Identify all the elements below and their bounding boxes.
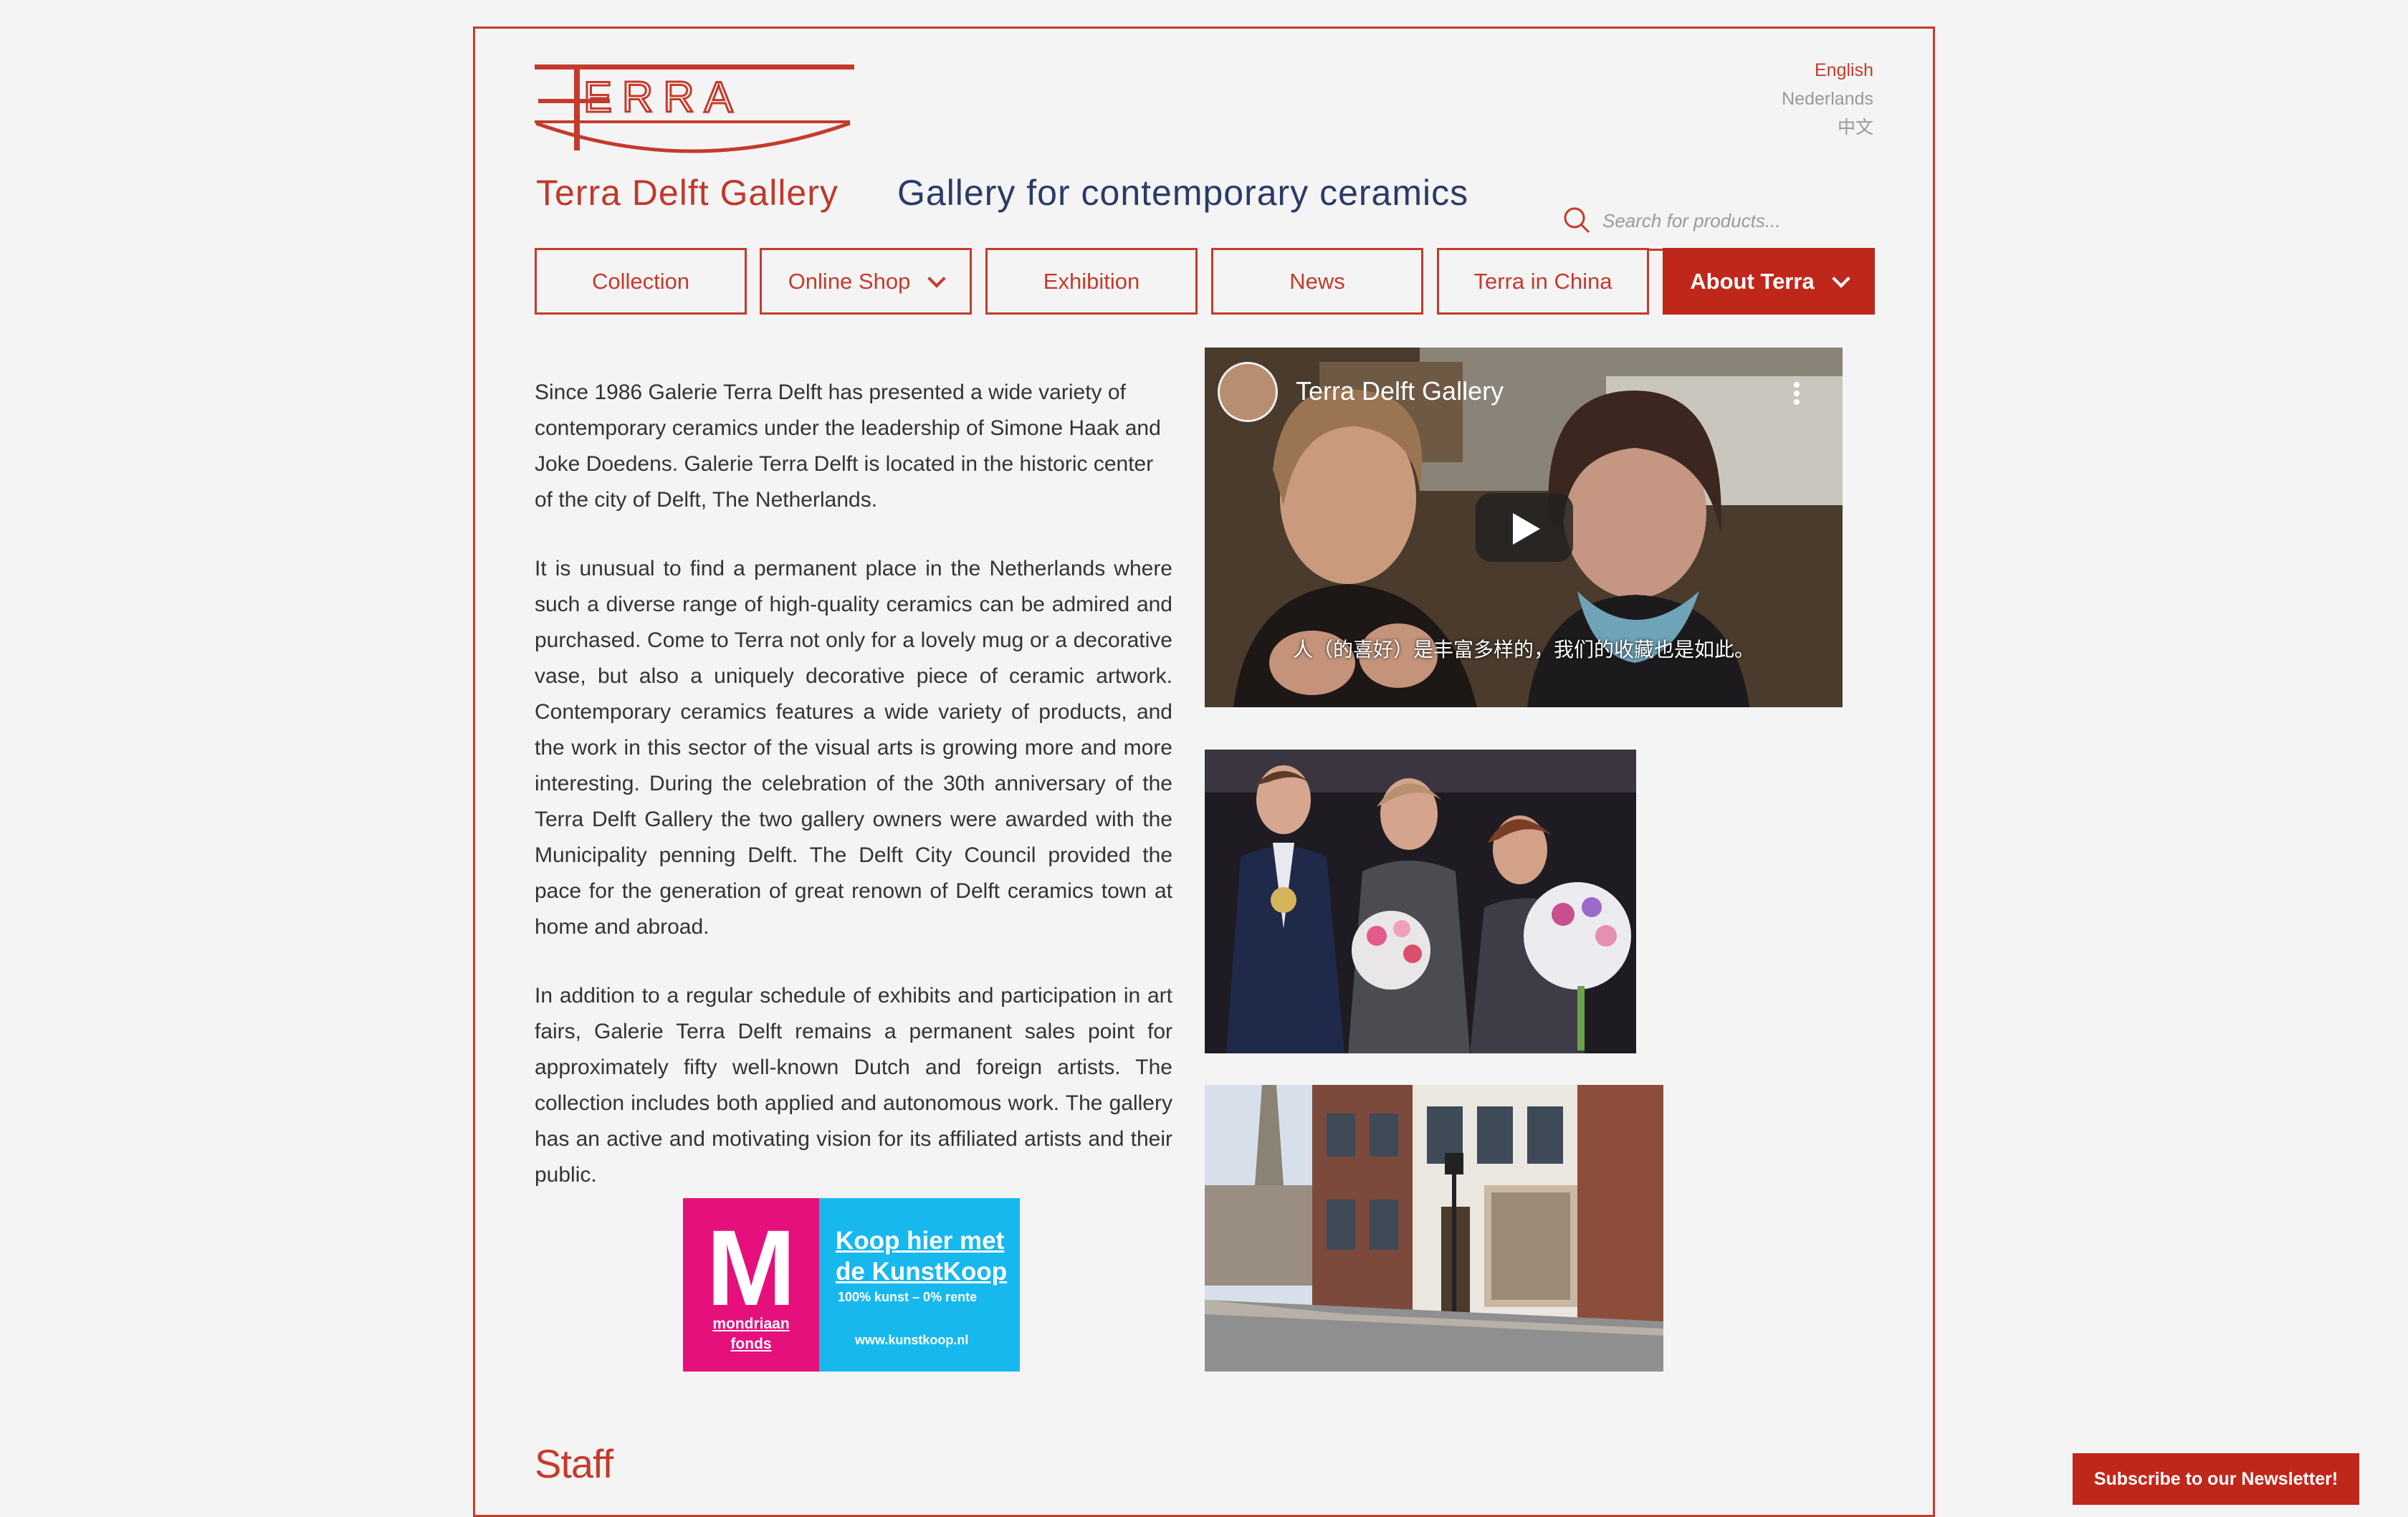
search-bar (1545, 183, 1875, 251)
koop-line-1: Koop hier met (836, 1227, 1005, 1255)
fund-line-1: mondriaan (712, 1316, 790, 1332)
nav-label: Online Shop (788, 268, 911, 294)
play-button[interactable] (1476, 493, 1573, 562)
mondriaan-fonds-text: mondriaan fonds (683, 1314, 819, 1354)
nav-news[interactable]: News (1211, 248, 1423, 315)
kunstkoop-rate: 100% kunst – 0% rente (838, 1290, 978, 1304)
video-title[interactable]: Terra Delft Gallery (1296, 376, 1504, 406)
nav-label: Terra in China (1473, 268, 1612, 294)
page-frame: ERRA Terra Delft Gallery Gallery for con… (473, 27, 1935, 1517)
nav-online-shop[interactable]: Online Shop (760, 248, 972, 315)
gallery-street-photo (1205, 1085, 1663, 1372)
award-photo (1205, 750, 1636, 1053)
nav-label: Collection (591, 268, 690, 294)
search-input[interactable] (1601, 204, 1862, 237)
channel-avatar[interactable] (1218, 362, 1278, 422)
svg-text:ERRA: ERRA (583, 73, 743, 121)
paragraph-intro: Since 1986 Galerie Terra Delft has prese… (535, 381, 1161, 512)
award-photo-image (1205, 750, 1636, 1053)
more-vert-icon[interactable] (1792, 381, 1801, 409)
paragraph-details: It is unusual to find a permanent place … (535, 557, 1172, 939)
kunstkoop-banner[interactable]: M mondriaan fonds Koop hier met de Kunst… (683, 1198, 1020, 1372)
staff-heading: Staff (535, 1441, 613, 1486)
about-text: Since 1986 Galerie Terra Delft has prese… (535, 375, 1172, 1226)
mondriaan-m-letter: M (706, 1207, 796, 1328)
lang-nederlands[interactable]: Nederlands (1782, 85, 1873, 113)
brand-name[interactable]: Terra Delft Gallery (536, 172, 838, 214)
nav-label: News (1289, 268, 1345, 294)
kunstkoop-headline: Koop hier met de KunstKoop (836, 1225, 1007, 1287)
fund-line-2: fonds (730, 1336, 772, 1352)
video-player[interactable]: Terra Delft Gallery 人（的喜好）是丰富多样的，我们的收藏也是… (1205, 348, 1843, 707)
video-caption: 人（的喜好）是丰富多样的，我们的收藏也是如此。 (1292, 638, 1754, 661)
lang-chinese[interactable]: 中文 (1782, 113, 1873, 142)
street-photo-image (1205, 1085, 1663, 1372)
nav-about-terra[interactable]: About Terra (1663, 248, 1875, 315)
lang-english[interactable]: English (1782, 56, 1873, 85)
terra-logo[interactable]: ERRA (535, 64, 854, 183)
chevron-down-icon (1831, 269, 1850, 288)
language-switcher: English Nederlands 中文 (1782, 56, 1873, 142)
kunstkoop-url: www.kunstkoop.nl (855, 1333, 969, 1347)
mondriaan-fonds-logo: M mondriaan fonds (683, 1198, 819, 1372)
nav-exhibition[interactable]: Exhibition (985, 248, 1198, 315)
main-nav: Collection Online Shop Exhibition News T… (535, 248, 1875, 315)
paragraph-collection: In addition to a regular schedule of exh… (535, 984, 1172, 1187)
chevron-down-icon (927, 269, 947, 288)
nav-label: Exhibition (1043, 268, 1140, 294)
kunstkoop-panel: Koop hier met de KunstKoop 100% kunst – … (819, 1198, 1020, 1372)
nav-terra-in-china[interactable]: Terra in China (1437, 248, 1649, 315)
tagline: Gallery for contemporary ceramics (897, 173, 1469, 213)
search-icon[interactable] (1562, 206, 1591, 234)
newsletter-subscribe-button[interactable]: Subscribe to our Newsletter! (2073, 1453, 2359, 1505)
nav-label: About Terra (1690, 268, 1815, 294)
koop-line-2: de KunstKoop (836, 1258, 1008, 1286)
nav-collection[interactable]: Collection (535, 248, 747, 315)
